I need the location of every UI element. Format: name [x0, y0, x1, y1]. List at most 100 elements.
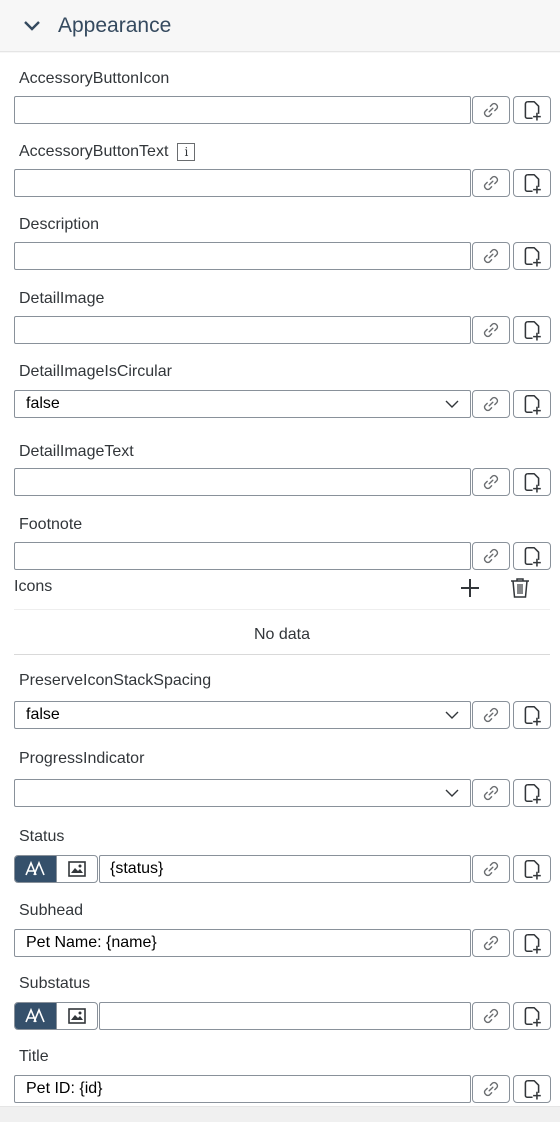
- add-button[interactable]: [513, 855, 551, 883]
- detail-image-text-input[interactable]: [14, 468, 471, 496]
- bind-button[interactable]: [472, 1075, 510, 1103]
- accessory-button-text-input[interactable]: [14, 169, 471, 197]
- description-input[interactable]: [14, 242, 471, 270]
- field-label: AccessoryButtonIcon: [19, 70, 170, 87]
- link-icon: [481, 1006, 501, 1026]
- progress-indicator-select[interactable]: [14, 779, 471, 807]
- value-mode-toggle: [14, 1002, 98, 1030]
- field-label: DetailImageText: [19, 443, 134, 460]
- status-input[interactable]: {status}: [99, 855, 471, 883]
- bind-button[interactable]: [472, 855, 510, 883]
- image-mode-icon[interactable]: [55, 856, 98, 882]
- link-icon: [481, 859, 501, 879]
- field-label: AccessoryButtonText: [19, 143, 169, 160]
- link-icon: [481, 546, 501, 566]
- trash-icon[interactable]: [508, 576, 532, 600]
- detail-image-input[interactable]: [14, 316, 471, 344]
- field-label: PreserveIconStackSpacing: [19, 672, 212, 689]
- chevron-down-icon[interactable]: [444, 702, 460, 728]
- link-icon: [481, 100, 501, 120]
- field-label: Status: [19, 828, 65, 845]
- section-header-appearance[interactable]: Appearance: [0, 0, 560, 52]
- add-button[interactable]: [513, 929, 551, 957]
- link-icon: [481, 783, 501, 803]
- field-label: Title: [19, 1048, 49, 1065]
- no-data-text: No data: [253, 626, 311, 643]
- add-document-icon: [521, 172, 543, 194]
- detail-image-is-circular-select[interactable]: false: [14, 390, 471, 418]
- select-value: false: [26, 395, 60, 412]
- text-mode-icon[interactable]: [15, 856, 56, 882]
- field-label: ProgressIndicator: [19, 750, 145, 767]
- add-document-icon: [521, 99, 543, 121]
- add-document-icon: [521, 245, 543, 267]
- add-document-icon: [521, 393, 543, 415]
- field-label: Substatus: [19, 975, 91, 992]
- link-icon: [481, 1079, 501, 1099]
- value-mode-toggle: [14, 855, 98, 883]
- add-button[interactable]: [513, 242, 551, 270]
- add-button[interactable]: [513, 390, 551, 418]
- bind-button[interactable]: [472, 701, 510, 729]
- add-document-icon: [521, 319, 543, 341]
- add-document-icon: [521, 1005, 543, 1027]
- field-label: Subhead: [19, 902, 84, 919]
- icons-label: Icons: [14, 578, 53, 595]
- field-label: DetailImage: [19, 290, 105, 307]
- add-document-icon: [521, 858, 543, 880]
- add-button[interactable]: [513, 542, 551, 570]
- link-icon: [481, 246, 501, 266]
- icons-table: No data: [14, 609, 550, 655]
- add-button[interactable]: [513, 468, 551, 496]
- field-label: Footnote: [19, 516, 83, 533]
- field-label: Description: [19, 216, 100, 233]
- bind-button[interactable]: [472, 169, 510, 197]
- image-mode-icon[interactable]: [55, 1003, 98, 1029]
- field-label: DetailImageIsCircular: [19, 363, 172, 380]
- add-document-icon: [521, 471, 543, 493]
- add-button[interactable]: [513, 701, 551, 729]
- add-button[interactable]: [513, 316, 551, 344]
- bind-button[interactable]: [472, 242, 510, 270]
- info-icon[interactable]: i: [177, 143, 196, 161]
- add-document-icon: [521, 782, 543, 804]
- icons-header: Icons: [14, 576, 546, 610]
- chevron-down-icon[interactable]: [444, 780, 460, 806]
- subhead-input[interactable]: Pet Name: {name}: [14, 929, 471, 957]
- bind-button[interactable]: [472, 779, 510, 807]
- link-icon: [481, 394, 501, 414]
- bind-button[interactable]: [472, 468, 510, 496]
- add-button[interactable]: [513, 1002, 551, 1030]
- add-document-icon: [521, 545, 543, 567]
- select-value: false: [26, 706, 60, 723]
- text-mode-icon[interactable]: [15, 1003, 56, 1029]
- add-document-icon: [521, 1078, 543, 1100]
- bind-button[interactable]: [472, 542, 510, 570]
- link-icon: [481, 472, 501, 492]
- add-button[interactable]: [513, 1075, 551, 1103]
- plus-icon[interactable]: [458, 576, 482, 600]
- link-icon: [481, 320, 501, 340]
- footnote-input[interactable]: [14, 542, 471, 570]
- link-icon: [481, 933, 501, 953]
- add-button[interactable]: [513, 779, 551, 807]
- add-document-icon: [521, 932, 543, 954]
- chevron-down-icon[interactable]: [20, 14, 44, 38]
- panel-bottom-strip: [0, 1106, 560, 1122]
- bind-button[interactable]: [472, 390, 510, 418]
- bind-button[interactable]: [472, 316, 510, 344]
- bind-button[interactable]: [472, 929, 510, 957]
- bind-button[interactable]: [472, 1002, 510, 1030]
- title-input[interactable]: Pet ID: {id}: [14, 1075, 471, 1103]
- add-button[interactable]: [513, 96, 551, 124]
- preserve-icon-stack-spacing-select[interactable]: false: [14, 701, 471, 729]
- bind-button[interactable]: [472, 96, 510, 124]
- substatus-input[interactable]: [99, 1002, 471, 1030]
- add-button[interactable]: [513, 169, 551, 197]
- add-document-icon: [521, 704, 543, 726]
- link-icon: [481, 173, 501, 193]
- link-icon: [481, 705, 501, 725]
- chevron-down-icon[interactable]: [444, 391, 460, 417]
- section-title: Appearance: [58, 13, 172, 37]
- accessory-button-icon-input[interactable]: [14, 96, 471, 124]
